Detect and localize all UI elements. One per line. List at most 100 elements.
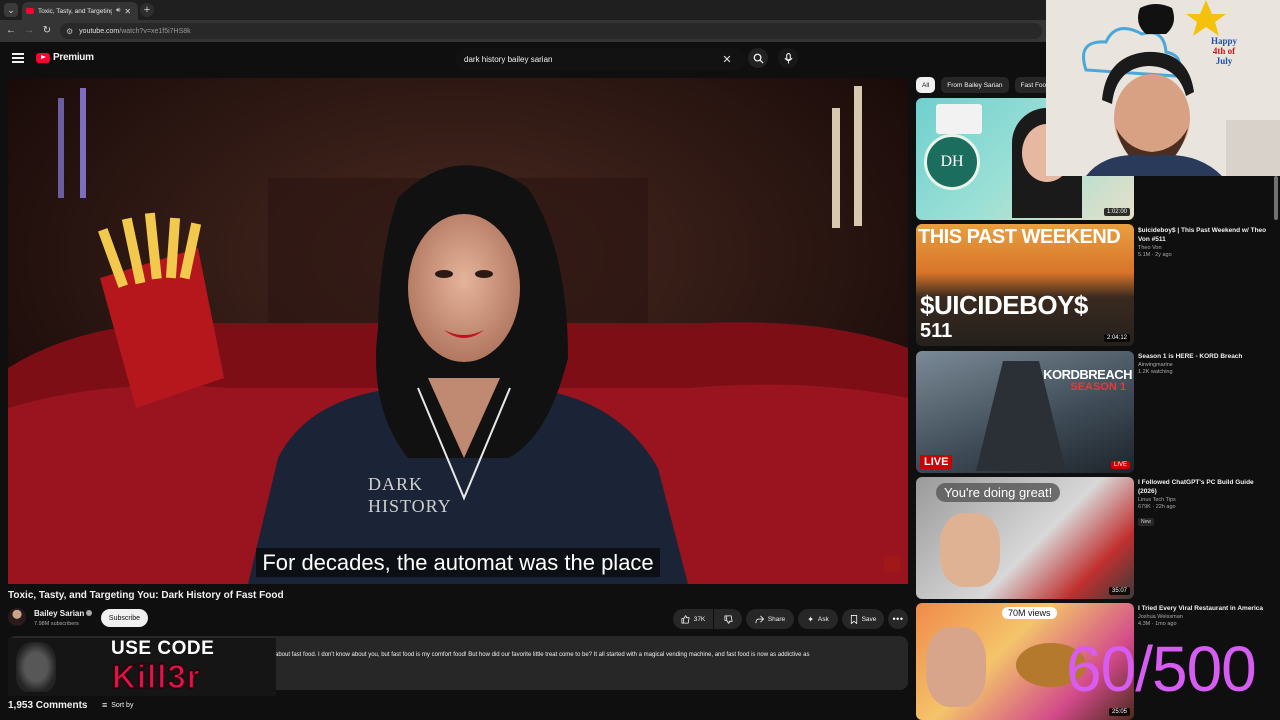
ask-label: Ask <box>817 615 829 623</box>
new-tab-button[interactable]: + <box>140 3 154 17</box>
clear-search-icon[interactable]: ✕ <box>716 53 738 66</box>
site-info-icon[interactable]: ⚙︎ <box>66 27 73 36</box>
rec-meta-5[interactable]: I Tried Every Viral Restaurant in Americ… <box>1138 604 1274 627</box>
thumbnail-live-text: LIVE <box>920 455 953 469</box>
share-button[interactable]: Share <box>746 609 794 629</box>
video-duration: 25:05 <box>1108 708 1130 716</box>
rec-channel: Airwingmarine <box>1138 362 1173 368</box>
rec-title: Season 1 is HERE - KORD Breach <box>1138 353 1243 360</box>
promo-headline: USE CODE <box>111 638 215 659</box>
presenter-face-graphic <box>940 513 1000 587</box>
youtube-masthead: Premium ✕ <box>0 42 1046 76</box>
promo-graphic-icon <box>16 642 56 692</box>
thumbnail-season: SEASON 1 <box>1070 381 1126 393</box>
microphone-icon <box>783 52 793 63</box>
audio-playing-icon[interactable]: 🔊︎ <box>116 7 120 15</box>
voice-search-button[interactable] <box>778 48 798 68</box>
chip-all[interactable]: All <box>916 77 936 93</box>
rec-thumbnail-3[interactable]: KORDBREACH SEASON 1 LIVE LIVE <box>916 351 1134 473</box>
youtube-play-logo-icon <box>36 52 50 63</box>
search-icon <box>753 53 764 64</box>
share-icon <box>755 615 764 623</box>
rec-meta-4[interactable]: I Followed ChatGPT's PC Build Guide (202… <box>1138 478 1274 528</box>
ask-button[interactable]: ✦ Ask <box>798 609 838 629</box>
thumbnail-episode: 511 <box>920 320 953 342</box>
subscribe-button[interactable]: Subscribe <box>101 609 148 627</box>
youtube-favicon-icon <box>26 8 34 14</box>
youtube-brand-text: Premium <box>53 52 94 63</box>
url-text: youtube.com/watch?v=xe1f5i7HS8k <box>79 27 191 35</box>
hamburger-menu-icon[interactable] <box>12 53 24 63</box>
stream-goal-counter: 60/500 <box>1066 633 1257 705</box>
rec-title: I Tried Every Viral Restaurant in Americ… <box>1138 605 1264 612</box>
comments-count: 1,953 Comments <box>8 700 88 711</box>
search-input[interactable] <box>456 54 716 64</box>
search-button[interactable] <box>748 48 768 68</box>
rec-thumbnail-2[interactable]: THIS PAST WEEKEND $UICIDEBOY$ 511 2:04:1… <box>916 224 1134 346</box>
video-title: Toxic, Tasty, and Targeting You: Dark Hi… <box>8 590 284 601</box>
more-actions-button[interactable]: ••• <box>888 609 908 629</box>
thumbnail-text-top: THIS PAST WEEKEND <box>918 226 1121 248</box>
channel-watermark-icon[interactable] <box>884 556 900 572</box>
shirt-print: DARK HISTORY <box>368 474 452 516</box>
sparkle-icon: ✦ <box>807 614 814 624</box>
rec-meta-2[interactable]: $uicideboy$ | This Past Weekend w/ Theo … <box>1138 226 1274 258</box>
related-filter-chips: All From Bailey Sarian Fast Food <box>916 77 1056 93</box>
rec-stats: 679K · 22h ago <box>1138 504 1176 510</box>
like-button[interactable]: 37K <box>673 609 713 629</box>
channel-name[interactable]: Bailey Sarian <box>34 609 93 618</box>
sort-label: Sort by <box>111 701 134 709</box>
thumbnail-text: 70M views <box>1002 607 1057 619</box>
video-player[interactable]: DARK HISTORY For decades, the automat wa… <box>8 78 908 584</box>
dark-history-logo: DH <box>924 134 980 190</box>
bookmark-icon <box>850 614 857 624</box>
subscriber-count: 7.98M subscribers <box>34 621 79 627</box>
thumbnail-text: You're doing great! <box>936 483 1061 502</box>
presenter-face-graphic <box>926 627 986 707</box>
video-duration: 1:02:00 <box>1103 208 1130 216</box>
tab-search-button[interactable]: ⌄ <box>4 3 18 17</box>
browser-tab-bar: ⌄ Toxic, Tasty, and Targeting Y 🔊︎ ✕ + <box>0 0 1046 20</box>
browser-tab-active[interactable]: Toxic, Tasty, and Targeting Y 🔊︎ ✕ <box>22 2 138 20</box>
video-frame <box>8 78 908 584</box>
youtube-premium-logo[interactable]: Premium <box>36 52 94 63</box>
video-duration: 35:07 <box>1108 587 1130 595</box>
url-field[interactable]: ⚙︎ youtube.com/watch?v=xe1f5i7HS8k <box>60 23 1042 39</box>
rec-stats: 1.2K watching <box>1138 369 1173 375</box>
rec-channel: Linus Tech Tips <box>1138 497 1176 503</box>
chip-from-channel[interactable]: From Bailey Sarian <box>941 77 1009 93</box>
dislike-button[interactable] <box>714 609 742 629</box>
address-bar: ← → ↻ ⚙︎ youtube.com/watch?v=xe1f5i7HS8k <box>0 20 1046 42</box>
channel-avatar[interactable] <box>8 608 26 626</box>
more-horizontal-icon: ••• <box>892 614 904 624</box>
streamer-webcam: Happy 4th of July <box>1046 0 1280 176</box>
video-duration: 2:04:12 <box>1103 334 1130 342</box>
reload-icon[interactable]: ↻ <box>40 24 54 38</box>
rec-stats: 4.3M · 1mo ago <box>1138 621 1177 627</box>
thumbs-up-icon <box>681 614 690 624</box>
thumbs-down-icon <box>723 614 733 624</box>
live-badge: LIVE <box>1110 461 1130 469</box>
sugar-box-graphic <box>936 104 982 134</box>
sidebar-scrollbar[interactable] <box>1274 176 1278 220</box>
tab-title: Toxic, Tasty, and Targeting Y <box>38 7 112 15</box>
rec-thumbnail-4[interactable]: You're doing great! 35:07 <box>916 477 1134 599</box>
sort-icon: ≡ <box>102 700 108 710</box>
sort-comments-button[interactable]: ≡ Sort by <box>102 700 133 710</box>
rec-meta-3[interactable]: Season 1 is HERE - KORD Breach Airwingma… <box>1138 352 1274 375</box>
video-caption: For decades, the automat was the place <box>8 548 908 577</box>
promo-code: Kill3r <box>111 657 201 696</box>
stream-promo-overlay: USE CODE Kill3r <box>8 638 276 696</box>
close-tab-icon[interactable]: ✕ <box>124 7 131 16</box>
back-icon[interactable]: ← <box>4 24 18 38</box>
rec-channel: Joshua Weissman <box>1138 614 1183 620</box>
forward-icon[interactable]: → <box>22 24 36 38</box>
new-badge: New <box>1138 518 1155 526</box>
rec-title: I Followed ChatGPT's PC Build Guide (202… <box>1138 479 1254 495</box>
share-label: Share <box>767 615 786 623</box>
verified-icon <box>86 610 93 616</box>
save-button[interactable]: Save <box>842 609 884 629</box>
rec-title: $uicideboy$ | This Past Weekend w/ Theo … <box>1138 227 1267 243</box>
webcam-feed <box>1046 0 1280 176</box>
search-box: ✕ <box>456 48 746 70</box>
